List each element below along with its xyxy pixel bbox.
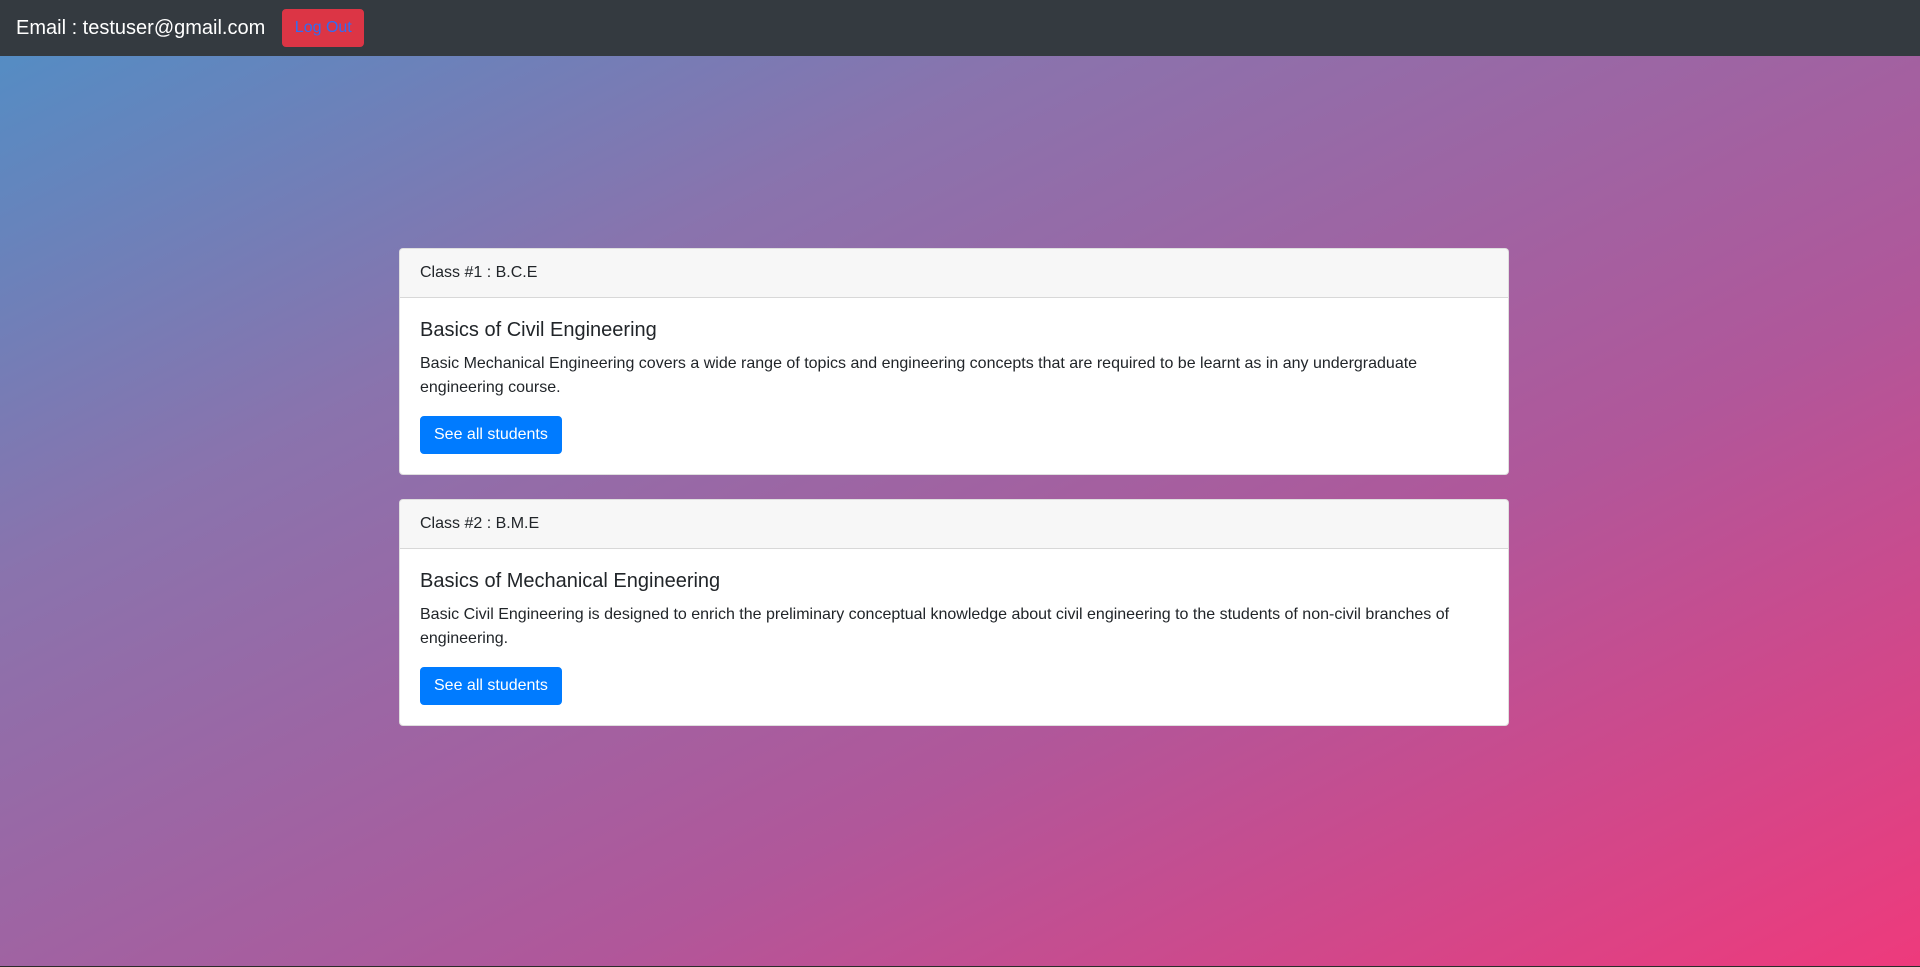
class-card: Class #2 : B.M.E Basics of Mechanical En… (399, 499, 1509, 726)
class-description: Basic Civil Engineering is designed to e… (420, 606, 1450, 647)
class-card-body: Basics of Civil Engineering Basic Mechan… (400, 298, 1508, 474)
class-title: Basics of Mechanical Engineering (420, 570, 721, 592)
class-card-header: Class #1 : B.C.E (400, 249, 1508, 298)
class-description: Basic Mechanical Engineering covers a wi… (420, 355, 1418, 396)
top-navbar: Email : testuser@gmail.com Log Out (0, 0, 1920, 56)
class-card: Class #1 : B.C.E Basics of Civil Enginee… (399, 248, 1509, 475)
app-background: Email : testuser@gmail.com Log Out Class… (0, 0, 1920, 966)
class-title: Basics of Civil Engineering (420, 319, 657, 341)
class-card-header: Class #2 : B.M.E (400, 500, 1508, 549)
see-all-students-button[interactable]: See all students (420, 416, 562, 454)
class-card-body: Basics of Mechanical Engineering Basic C… (400, 549, 1508, 725)
class-list: Class #1 : B.C.E Basics of Civil Enginee… (399, 248, 1509, 750)
logout-button[interactable]: Log Out (282, 9, 365, 47)
see-all-students-button[interactable]: See all students (420, 667, 562, 705)
user-email-label: Email : testuser@gmail.com (16, 17, 266, 39)
